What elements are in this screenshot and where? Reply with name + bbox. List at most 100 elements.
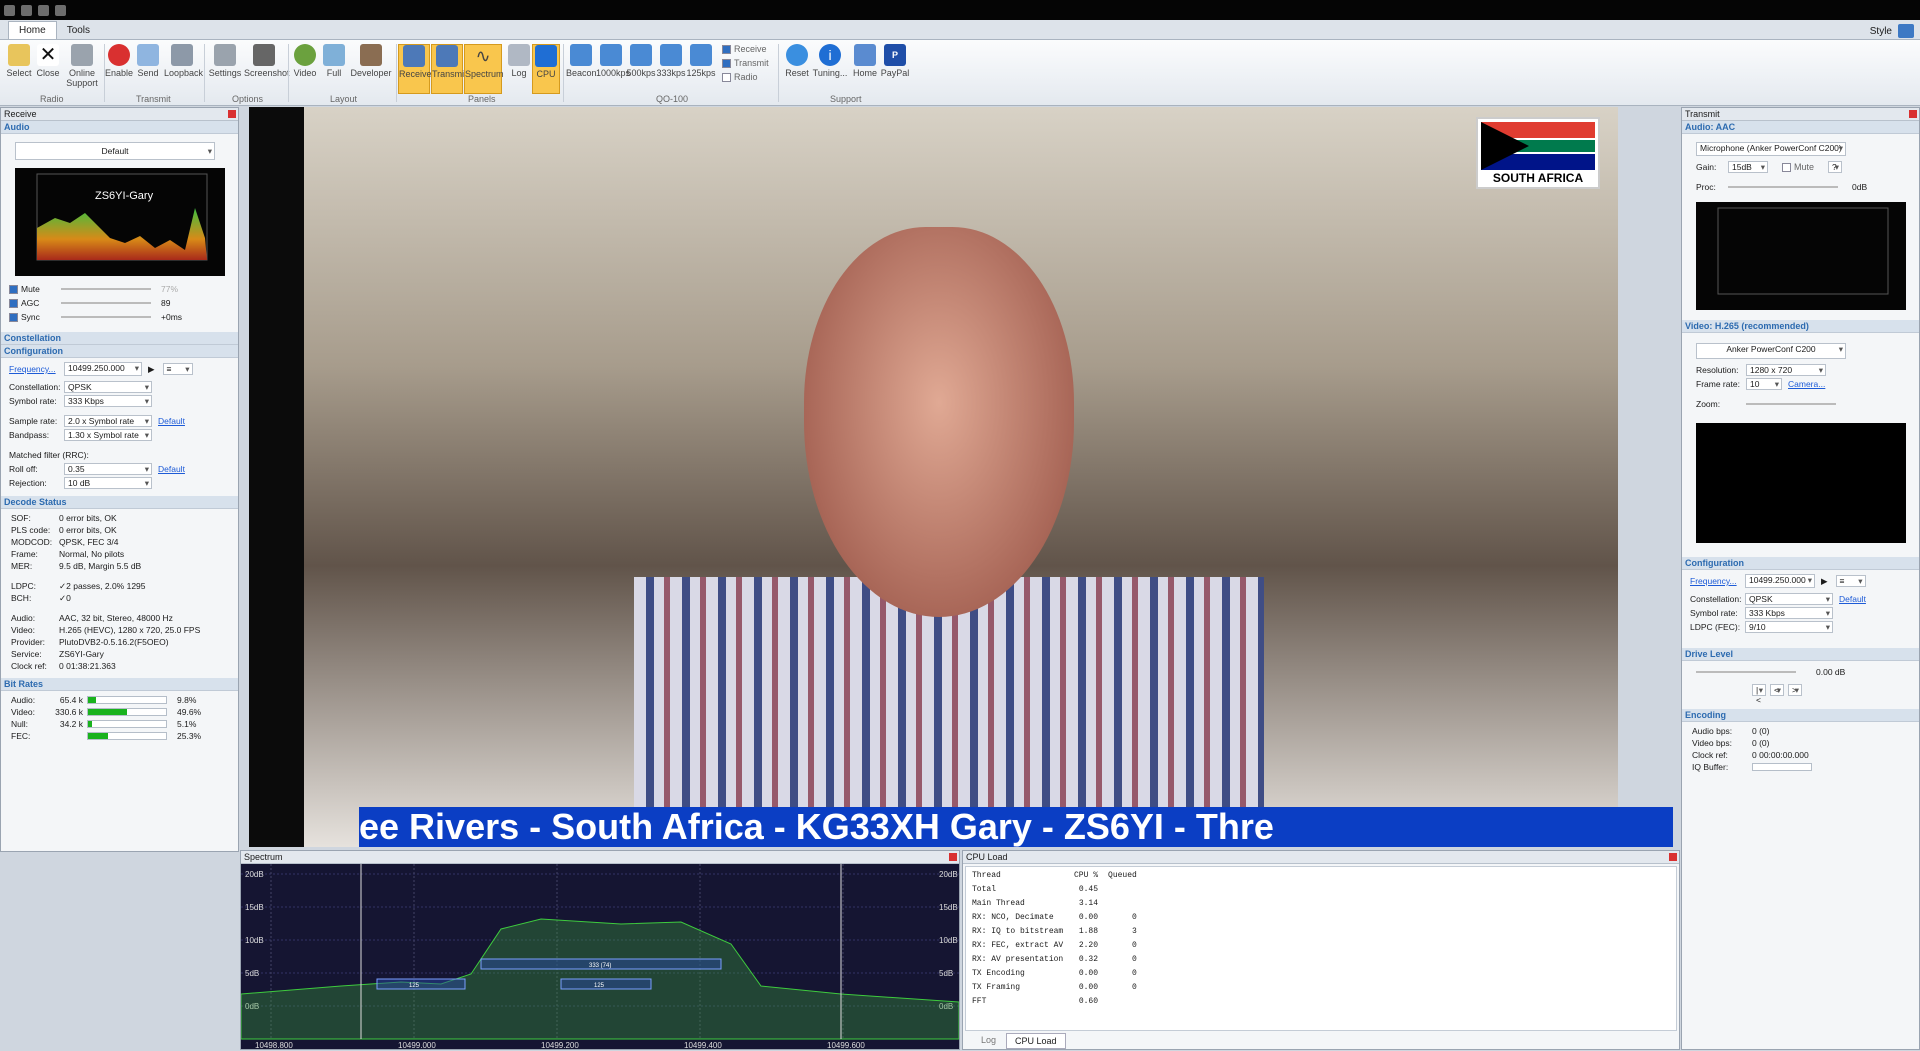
mute-slider[interactable] — [61, 288, 151, 290]
tx-constellation-select[interactable]: QPSK — [1745, 593, 1833, 605]
tab-cpu-load[interactable]: CPU Load — [1006, 1033, 1066, 1049]
rejection-select[interactable]: 10 dB — [64, 477, 152, 489]
frequency-menu[interactable]: ≡ — [162, 363, 193, 375]
developer-button[interactable]: Developer — [350, 44, 392, 92]
tx-frequency-input[interactable]: 10499.250.000 — [1745, 574, 1815, 588]
bit-rates-header[interactable]: Bit Rates — [1, 678, 238, 691]
play-icon[interactable]: ▶ — [148, 364, 155, 375]
enable-button[interactable]: Enable — [104, 44, 134, 92]
camera-select[interactable]: Anker PowerConf C200 — [1696, 343, 1846, 359]
paypal-button[interactable]: P PayPal — [880, 44, 910, 92]
signal-box-label: 125 — [409, 983, 420, 989]
play-icon[interactable]: ▶ — [1821, 576, 1828, 587]
close-icon[interactable] — [1909, 110, 1917, 118]
333kps-button[interactable]: 333kps — [656, 44, 686, 92]
loopback-button[interactable]: Loopback — [164, 44, 203, 92]
first-button[interactable]: |< — [1752, 684, 1766, 705]
proc-slider[interactable] — [1728, 186, 1838, 188]
agc-check[interactable] — [9, 298, 21, 309]
close-icon[interactable] — [21, 4, 32, 16]
online-support-button[interactable]: Online Support — [64, 44, 100, 92]
select-button[interactable]: Select — [4, 44, 34, 92]
transmit-check[interactable]: Transmit — [722, 58, 769, 69]
log-panel-button[interactable]: Log — [504, 44, 534, 92]
full-button[interactable]: Full — [319, 44, 349, 92]
db-tick: 15dB — [245, 903, 264, 912]
freq-tick: 10499.200 — [541, 1041, 579, 1049]
style-label[interactable]: Style — [1870, 26, 1892, 37]
config-section-header[interactable]: Configuration — [1, 345, 238, 358]
menu-icon[interactable] — [55, 4, 66, 16]
tx-frequency-menu[interactable]: ≡ — [1835, 575, 1866, 587]
next-button[interactable]: > — [1788, 684, 1802, 696]
constellation-select[interactable]: QPSK — [64, 381, 152, 393]
encoding-header[interactable]: Encoding — [1682, 709, 1919, 722]
settings-button[interactable]: Settings — [208, 44, 242, 92]
audio-device-select[interactable]: Default — [15, 142, 215, 160]
close-icon[interactable] — [949, 853, 957, 861]
reset-button[interactable]: Reset — [782, 44, 812, 92]
spectrum-panel-button[interactable]: ∿ Spectrum — [464, 44, 504, 94]
receive-check[interactable]: Receive — [722, 44, 767, 55]
transmit-panel-button[interactable]: Transmit — [431, 44, 467, 94]
tab-tools[interactable]: Tools — [57, 22, 100, 39]
500kps-button[interactable]: 500kps — [626, 44, 656, 92]
125kps-button[interactable]: 125kps — [686, 44, 716, 92]
restore-icon[interactable] — [38, 4, 49, 16]
tuning-button[interactable]: i Tuning... — [812, 44, 848, 92]
style-menu[interactable]: Style — [1870, 24, 1914, 38]
cpu-row: TX Encoding 0.00 0 — [972, 968, 1137, 978]
frequency-input[interactable]: 10499.250.000 — [64, 362, 142, 376]
rolloff-select[interactable]: 0.35 — [64, 463, 152, 475]
drive-level-header[interactable]: Drive Level — [1682, 648, 1919, 661]
tx-symbol-select[interactable]: 333 Kbps — [1745, 607, 1833, 619]
tx-audio-header[interactable]: Audio: AAC — [1682, 121, 1919, 134]
audio-section-header[interactable]: Audio — [1, 121, 238, 134]
sample-rate-select[interactable]: 2.0 x Symbol rate — [64, 415, 152, 427]
tx-default-link[interactable]: Default — [1839, 594, 1866, 604]
close-icon[interactable] — [228, 110, 236, 118]
screenshot-button[interactable]: Screenshot — [244, 44, 290, 92]
tx-mute-check[interactable]: Mute — [1782, 162, 1814, 173]
help-button[interactable]: ? — [1828, 161, 1843, 173]
tab-home[interactable]: Home — [8, 21, 57, 39]
beacon-button[interactable]: Beacon — [566, 44, 597, 92]
rate-icon — [600, 44, 622, 66]
resolution-select[interactable]: 1280 x 720 — [1746, 364, 1826, 376]
tx-config-header[interactable]: Configuration — [1682, 557, 1919, 570]
camera-link[interactable]: Camera... — [1788, 379, 1825, 389]
close-icon[interactable] — [1669, 853, 1677, 861]
close-button[interactable]: ✕ Close — [33, 44, 63, 92]
tx-frequency-link[interactable]: Frequency... — [1690, 576, 1745, 586]
mute-check[interactable] — [9, 284, 21, 295]
sync-check[interactable] — [9, 312, 21, 323]
frequency-link[interactable]: Frequency... — [9, 364, 64, 374]
constellation-section-header[interactable]: Constellation — [1, 332, 238, 345]
signal-box[interactable] — [376, 978, 466, 990]
decode-status-header[interactable]: Decode Status — [1, 496, 238, 509]
tab-log[interactable]: Log — [973, 1033, 1004, 1049]
layout-icon[interactable] — [1898, 24, 1914, 38]
home-button[interactable]: Home — [850, 44, 880, 92]
radio-check[interactable]: Radio — [722, 72, 758, 83]
zoom-slider[interactable] — [1746, 403, 1836, 405]
agc-slider[interactable] — [61, 302, 151, 304]
prev-button[interactable]: < — [1770, 684, 1784, 696]
gain-select[interactable]: 15dB — [1728, 161, 1768, 173]
symbol-rate-select[interactable]: 333 Kbps — [64, 395, 152, 407]
sample-default-link[interactable]: Default — [158, 416, 185, 426]
sync-slider[interactable] — [61, 316, 151, 318]
receive-panel-button[interactable]: Receive — [398, 44, 432, 94]
microphone-select[interactable]: Microphone (Anker PowerConf C200) — [1696, 142, 1846, 156]
tx-ldpc-select[interactable]: 9/10 — [1745, 621, 1833, 633]
drive-slider[interactable] — [1696, 671, 1796, 673]
signal-box[interactable] — [560, 978, 652, 990]
cpu-panel-button[interactable]: CPU — [532, 44, 560, 94]
tx-video-header[interactable]: Video: H.265 (recommended) — [1682, 320, 1919, 333]
send-button[interactable]: Send — [133, 44, 163, 92]
1000kps-button[interactable]: 1000kps — [596, 44, 630, 92]
frame-rate-select[interactable]: 10 — [1746, 378, 1782, 390]
rolloff-default-link[interactable]: Default — [158, 464, 185, 474]
bandpass-select[interactable]: 1.30 x Symbol rate — [64, 429, 152, 441]
video-button[interactable]: Video — [290, 44, 320, 92]
